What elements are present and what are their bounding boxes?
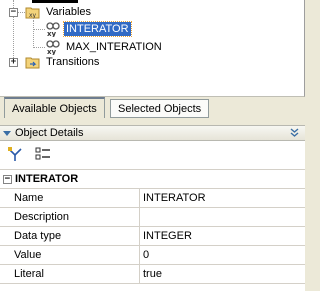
- property-row-name[interactable]: Name INTERATOR: [0, 189, 305, 208]
- tree-node-label: MAX_INTERATION: [66, 41, 162, 53]
- tree-node-interator[interactable]: xy INTERATOR: [45, 21, 132, 38]
- alphabetical-view-button[interactable]: [34, 146, 52, 164]
- property-row-literal[interactable]: Literal true: [0, 265, 305, 284]
- property-name: Value: [0, 246, 140, 264]
- property-value[interactable]: INTERATOR: [140, 189, 206, 207]
- object-details-header[interactable]: Object Details: [0, 125, 305, 141]
- property-value[interactable]: 0: [140, 246, 149, 264]
- tree-node-transitions[interactable]: Transitions: [25, 54, 101, 70]
- tab-available-objects[interactable]: Available Objects: [4, 97, 105, 118]
- tree-node-label: INTERATOR: [63, 21, 132, 37]
- folder-transitions-icon: [25, 54, 41, 70]
- tree-node-label: Variables: [46, 6, 92, 18]
- details-title: Object Details: [15, 127, 84, 139]
- tree-top-remnant: [32, 0, 78, 3]
- property-value[interactable]: INTEGER: [140, 227, 192, 245]
- property-category-row[interactable]: − INTERATOR: [0, 170, 305, 189]
- tree-node-variables[interactable]: xy Variables: [25, 4, 93, 20]
- property-name: Literal: [0, 265, 140, 283]
- folder-variables-icon: xy: [25, 4, 41, 20]
- svg-text:xy: xy: [47, 30, 57, 37]
- category-collapse-toggle[interactable]: −: [3, 174, 12, 184]
- tree-node-max-interation[interactable]: xy MAX_INTERATION: [45, 39, 164, 56]
- object-tabs: Available Objects Selected Objects: [0, 97, 305, 119]
- svg-text:xy: xy: [29, 12, 37, 19]
- property-name: Name: [0, 189, 140, 207]
- categorized-view-button[interactable]: [6, 146, 24, 164]
- object-tree[interactable]: − xy Variables xy INTERATOR xy MAX_INTER…: [0, 0, 305, 97]
- tab-label: Available Objects: [12, 102, 97, 115]
- property-row-data-type[interactable]: Data type INTEGER: [0, 227, 305, 246]
- collapse-variables-toggle[interactable]: −: [9, 8, 18, 17]
- property-row-description[interactable]: Description: [0, 208, 305, 227]
- tree-connector: [33, 20, 34, 48]
- tree-connector: [33, 47, 45, 48]
- tab-selected-objects[interactable]: Selected Objects: [110, 99, 210, 118]
- category-label: INTERATOR: [15, 173, 79, 185]
- tree-connector: [33, 29, 45, 30]
- property-row-value[interactable]: Value 0: [0, 246, 305, 265]
- property-value[interactable]: true: [140, 265, 162, 283]
- property-name: Description: [0, 208, 140, 226]
- variable-xy-icon: xy: [45, 21, 61, 38]
- double-chevron-down-icon[interactable]: [290, 128, 299, 138]
- variable-xy-icon: xy: [45, 39, 61, 56]
- property-grid: − INTERATOR Name INTERATOR Description D…: [0, 169, 305, 291]
- details-toolbar: [0, 141, 305, 169]
- alphabetical-view-icon: [35, 146, 51, 165]
- categorized-view-icon: [7, 146, 23, 165]
- expand-transitions-toggle[interactable]: +: [9, 58, 18, 67]
- tree-node-label: Transitions: [46, 56, 100, 68]
- collapse-triangle-icon: [3, 129, 11, 137]
- tab-label: Selected Objects: [118, 102, 202, 115]
- property-name: Data type: [0, 227, 140, 245]
- property-value[interactable]: [140, 208, 143, 226]
